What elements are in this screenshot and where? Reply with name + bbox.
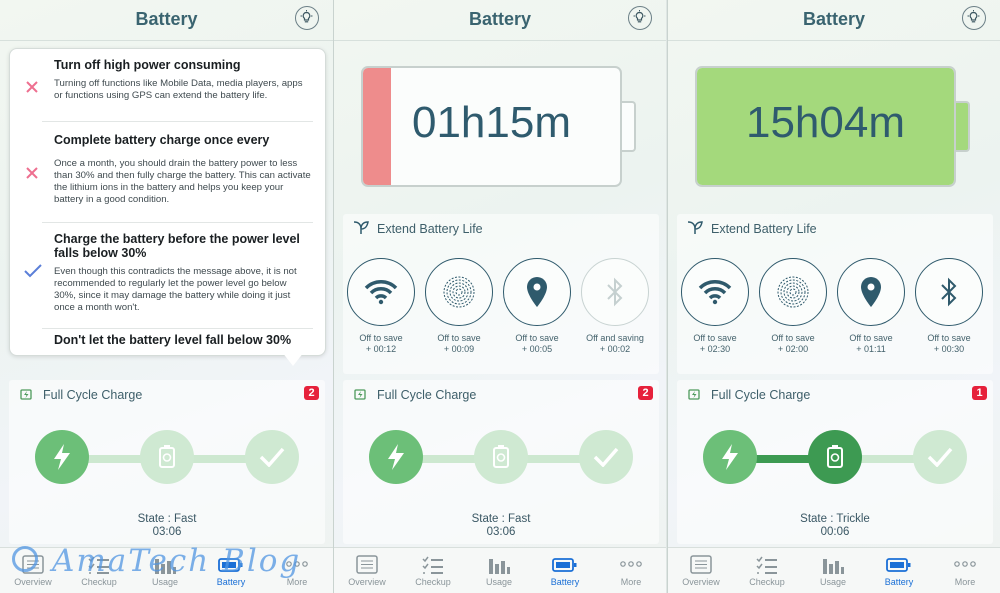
screen-battery-full: Battery 15h04m Extend Battery Life Off t… (668, 0, 1000, 593)
bar-chart-icon (466, 554, 532, 576)
leaf-icon (687, 221, 703, 235)
cycle-label: Full Cycle Charge (711, 388, 811, 402)
tab-more[interactable]: More (598, 554, 664, 587)
tab-overview[interactable]: Overview (334, 554, 400, 587)
complete-stage-icon (579, 430, 633, 484)
cycle-state: State : Fast (137, 513, 197, 525)
extend-label: Extend Battery Life (377, 222, 483, 236)
location-toggle[interactable]: Off to save + 00:05 (502, 258, 572, 355)
leaf-icon (353, 221, 369, 235)
cross-icon (24, 79, 40, 95)
tab-usage[interactable]: Usage (466, 554, 532, 587)
tab-battery[interactable]: Battery (866, 554, 932, 587)
cycle-state: State : Fast (471, 513, 531, 525)
battery-time: 15h04m (745, 98, 905, 147)
battery-time: 01h15m (411, 98, 571, 147)
location-icon (837, 258, 905, 326)
charge-plug-icon (19, 387, 35, 401)
screen-tips: Battery Full Cycle Charge 2 State : Fast… (0, 0, 333, 593)
tips-popup[interactable]: Turn off high power consuming Turning of… (9, 48, 326, 356)
watermark: AmaTech Blog (52, 543, 302, 579)
page-title: Battery (468, 9, 532, 29)
checklist-icon (400, 554, 466, 576)
wifi-icon (681, 258, 749, 326)
tab-bar: Overview Checkup Usage Battery More (668, 547, 1000, 593)
complete-stage-icon (913, 430, 967, 484)
cross-icon (24, 165, 40, 181)
lightbulb-icon[interactable] (962, 6, 986, 30)
cycle-stages (703, 430, 967, 490)
complete-stage-icon (245, 430, 299, 484)
wifi-toggle[interactable]: Off to save + 02:30 (680, 258, 750, 355)
trickle-stage-icon (474, 430, 528, 484)
page-title: Battery (135, 9, 198, 29)
fingerprint-icon (425, 258, 493, 326)
full-cycle-card: Full Cycle Charge 2 State : Fast 03:06 (343, 380, 659, 544)
overview-icon (334, 554, 400, 576)
battery-gauge: 15h04m (695, 66, 956, 187)
fingerprint-icon (759, 258, 827, 326)
bluetooth-toggle[interactable]: Off to save + 00:30 (914, 258, 984, 355)
fast-stage-icon (35, 430, 89, 484)
cycle-badge: 2 (638, 386, 653, 400)
cycle-stages (369, 430, 633, 490)
bluetooth-icon (915, 258, 983, 326)
tab-bar: Overview Checkup Usage Battery More (334, 547, 666, 593)
fingerprint-toggle[interactable]: Off to save + 00:09 (424, 258, 494, 355)
cycle-badge: 1 (972, 386, 987, 400)
cycle-time: 03:06 (152, 526, 182, 538)
cycle-time: 03:06 (486, 526, 516, 538)
trickle-stage-icon (140, 430, 194, 484)
bluetooth-icon (581, 258, 649, 326)
more-icon (598, 554, 664, 576)
lightbulb-icon[interactable] (295, 6, 319, 30)
tab-more[interactable]: More (932, 554, 998, 587)
overview-icon (668, 554, 734, 576)
bar-chart-icon (800, 554, 866, 576)
cycle-label: Full Cycle Charge (43, 388, 143, 402)
cycle-stages (35, 430, 299, 490)
page-title: Battery (802, 9, 866, 29)
fast-stage-icon (369, 430, 423, 484)
extend-battery-card: Extend Battery Life Off to save + 02:30 … (677, 214, 993, 374)
extend-battery-card: Extend Battery Life Off to save + 00:12 … (343, 214, 659, 374)
battery-icon (532, 554, 598, 576)
tab-checkup[interactable]: Checkup (400, 554, 466, 587)
full-cycle-card: Full Cycle Charge 2 State : Fast 03:06 (9, 380, 325, 544)
bluetooth-toggle[interactable]: Off and saving + 00:02 (580, 258, 650, 355)
more-icon (932, 554, 998, 576)
cycle-label: Full Cycle Charge (377, 388, 477, 402)
charge-plug-icon (687, 387, 703, 401)
tab-battery[interactable]: Battery (532, 554, 598, 587)
cycle-badge: 2 (304, 386, 319, 400)
tab-usage[interactable]: Usage (800, 554, 866, 587)
location-icon (503, 258, 571, 326)
cycle-state: State : Trickle (800, 513, 870, 525)
wifi-toggle[interactable]: Off to save + 00:12 (346, 258, 416, 355)
tab-checkup[interactable]: Checkup (734, 554, 800, 587)
battery-icon (866, 554, 932, 576)
check-icon (24, 263, 42, 279)
cycle-time: 00:06 (820, 526, 850, 538)
extend-label: Extend Battery Life (711, 222, 817, 236)
screen-battery-low: Battery 01h15m Extend Battery Life Off t… (334, 0, 666, 593)
charge-plug-icon (353, 387, 369, 401)
location-toggle[interactable]: Off to save + 01:11 (836, 258, 906, 355)
tab-overview[interactable]: Overview (668, 554, 734, 587)
fingerprint-toggle[interactable]: Off to save + 02:00 (758, 258, 828, 355)
full-cycle-card: Full Cycle Charge 1 State : Trickle 00:0… (677, 380, 993, 544)
checklist-icon (734, 554, 800, 576)
battery-gauge: 01h15m (361, 66, 622, 187)
fast-stage-icon (703, 430, 757, 484)
lightbulb-icon[interactable] (628, 6, 652, 30)
trickle-stage-icon (808, 430, 862, 484)
wifi-icon (347, 258, 415, 326)
